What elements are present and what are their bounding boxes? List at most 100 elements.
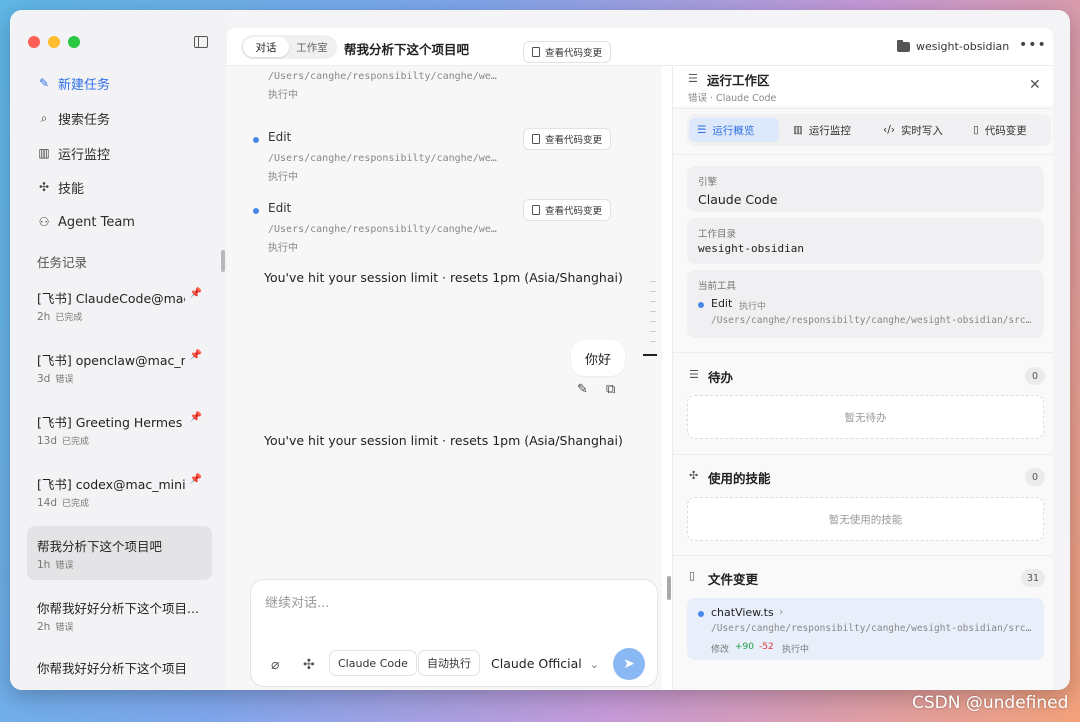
task-item[interactable]: [飞书] codex@mac_mini 📌 14d 已完成: [27, 464, 212, 518]
minimize-window-button[interactable]: [48, 36, 60, 48]
send-icon: ➤: [623, 656, 635, 672]
task-age: 1h: [37, 559, 51, 571]
list-icon: ☰: [697, 124, 707, 136]
chart-icon: ▥: [793, 124, 803, 136]
list-icon: ☰: [689, 368, 699, 381]
chat-scrollbar[interactable]: [667, 576, 671, 600]
directory-card: 工作目录 wesight-obsidian: [687, 218, 1044, 264]
task-item[interactable]: 你帮我好好分析下这个项目... 2h 错误: [27, 588, 212, 642]
send-button[interactable]: ➤: [613, 648, 645, 680]
file-removed: -52: [759, 642, 774, 652]
task-age: 3d: [37, 373, 51, 385]
task-age: 13d: [37, 435, 58, 447]
paperclip-icon[interactable]: ⌀: [271, 657, 279, 673]
search-tasks-button[interactable]: ⌕ 搜索任务: [37, 107, 110, 129]
skills-button[interactable]: ✣ 技能: [37, 176, 84, 198]
task-item-active[interactable]: 帮我分析下这个项目吧 1h 错误: [27, 526, 212, 580]
task-meta: 3d 错误: [37, 372, 73, 385]
puzzle-icon: ✣: [38, 180, 50, 194]
chart-icon: ▥: [38, 146, 50, 160]
document-icon: [532, 134, 540, 144]
maximize-window-button[interactable]: [68, 36, 80, 48]
task-title: 你帮我好好分析下这个项目...: [37, 601, 199, 616]
tab-live-write[interactable]: ‹/› 实时写入: [875, 118, 961, 142]
files-title: 文件变更: [708, 572, 759, 587]
divider: [673, 454, 1053, 455]
tab-overview[interactable]: ☰ 运行概览: [689, 118, 779, 142]
scroll-tick-active[interactable]: [643, 354, 657, 356]
scroll-tick: [650, 341, 656, 342]
pin-icon[interactable]: 📌: [190, 288, 202, 299]
view-code-changes-button[interactable]: 查看代码变更: [523, 41, 612, 63]
system-message: You've hit your session limit · resets 1…: [264, 433, 623, 448]
button-label: 查看代码变更: [545, 135, 603, 146]
page-title: 帮我分析下这个项目吧: [344, 42, 470, 57]
task-title: 你帮我好好分析下这个项目: [37, 661, 188, 676]
task-age: 14d: [37, 497, 58, 509]
button-label: 查看代码变更: [545, 48, 603, 59]
tab-label: 运行概览: [712, 124, 755, 137]
skills-title: 使用的技能: [708, 471, 771, 486]
new-task-button[interactable]: ✎ 新建任务: [37, 72, 110, 94]
document-icon: ▯: [689, 569, 696, 582]
workspace-folder[interactable]: wesight-obsidian: [897, 39, 1010, 53]
scroll-tick: [650, 311, 656, 312]
monitor-button[interactable]: ▥ 运行监控: [37, 142, 110, 164]
scroll-tick: [650, 331, 656, 332]
main-panel: 对话 工作室 帮我分析下这个项目吧 wesight-obsidian ••• 查…: [227, 28, 1053, 690]
file-name: chatView.ts: [711, 606, 774, 619]
message-input[interactable]: 继续对话...: [265, 592, 329, 611]
close-icon[interactable]: ✕: [1029, 77, 1041, 93]
agent-team-button[interactable]: ⚇ Agent Team: [37, 211, 135, 233]
engine-card: 引擎 Claude Code: [687, 166, 1044, 212]
more-icon[interactable]: •••: [1019, 37, 1047, 53]
task-item[interactable]: 你帮我好好分析下这个项目: [27, 650, 212, 690]
tool-name: Edit: [268, 130, 292, 144]
tab-code-changes[interactable]: ▯ 代码变更: [965, 118, 1051, 142]
file-state: 执行中: [782, 645, 810, 655]
copy-icon[interactable]: ⧉: [606, 382, 615, 397]
engine-label: 引擎: [698, 177, 718, 188]
todo-empty: 暂无待办: [687, 395, 1044, 439]
sidebar-scrollbar[interactable]: [221, 250, 225, 272]
pin-icon[interactable]: 📌: [190, 350, 202, 361]
status-dot: [698, 302, 704, 308]
engine-chip[interactable]: Claude Code: [329, 650, 417, 676]
folder-name: wesight-obsidian: [916, 40, 1010, 53]
view-code-changes-button[interactable]: 查看代码变更: [523, 128, 612, 150]
document-icon: [532, 205, 540, 215]
model-selector[interactable]: Claude Official ⌄: [491, 656, 599, 671]
scroll-tick: [650, 291, 656, 292]
tool-path: /Users/canghe/responsibilty/canghe/we…: [268, 224, 497, 235]
status-dot: [253, 208, 259, 214]
task-item[interactable]: [飞书] Greeting Hermes A 📌 13d 已完成: [27, 402, 212, 456]
pin-icon[interactable]: 📌: [190, 412, 202, 423]
task-item[interactable]: [飞书] ClaudeCode@mac_ 📌 2h 已完成: [27, 278, 212, 332]
current-tool-label: 当前工具: [698, 281, 737, 292]
puzzle-icon[interactable]: ✣: [303, 657, 315, 673]
view-code-changes-button[interactable]: 查看代码变更: [523, 199, 612, 221]
task-meta: 2h 已完成: [37, 310, 82, 323]
search-icon: ⌕: [40, 110, 48, 125]
tab-chat[interactable]: 对话: [243, 37, 289, 57]
file-change-item[interactable]: chatView.ts › /Users/canghe/responsibilt…: [687, 598, 1044, 660]
sidebar-toggle-icon[interactable]: [194, 36, 208, 48]
close-window-button[interactable]: [28, 36, 40, 48]
run-workspace-panel: ☰ 运行工作区 错误 · Claude Code ✕ ☰ 运行概览 ▥ 运行监控 ‹…: [672, 66, 1053, 690]
skills-count: 0: [1025, 468, 1045, 486]
tab-monitor[interactable]: ▥ 运行监控: [785, 118, 871, 142]
task-item[interactable]: [飞书] openclaw@mac_mi 📌 3d 错误: [27, 340, 212, 394]
engine-value: Claude Code: [698, 192, 778, 207]
todo-count: 0: [1025, 367, 1045, 385]
nav-label: 新建任务: [58, 77, 111, 93]
mode-chip[interactable]: 自动执行: [418, 650, 480, 676]
tab-studio[interactable]: 工作室: [289, 37, 335, 57]
pin-icon[interactable]: 📌: [190, 474, 202, 485]
task-status: 已完成: [62, 437, 90, 447]
nav-label: 技能: [58, 181, 85, 197]
watermark: CSDN @undefined: [912, 693, 1069, 713]
chevron-right-icon: ›: [779, 605, 784, 618]
tab-label: 代码变更: [984, 124, 1027, 137]
edit-icon[interactable]: ✎: [577, 382, 588, 397]
folder-icon: [897, 39, 910, 52]
